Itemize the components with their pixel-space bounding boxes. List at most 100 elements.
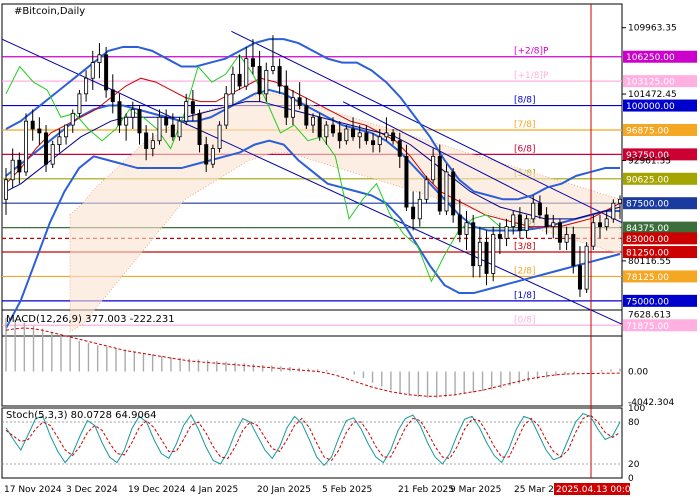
candle-body	[137, 109, 142, 134]
candle-body	[257, 66, 262, 95]
murrey-label: [+1/8]P	[514, 71, 549, 81]
candle-body	[464, 222, 469, 235]
price-tag-text: 83000.00	[626, 235, 669, 245]
candle-body	[210, 148, 215, 165]
candle-body	[564, 234, 569, 243]
candle-body	[124, 116, 129, 126]
price-tag-text: 103125.00	[626, 78, 675, 88]
candle-body	[544, 214, 549, 228]
candle-body	[170, 124, 175, 138]
candle-body	[531, 202, 536, 220]
macd-tick-label: 7628.613	[628, 310, 671, 320]
candle-body	[97, 54, 102, 63]
candle-body	[190, 101, 195, 114]
candle-body	[297, 97, 302, 106]
candle-body	[50, 144, 55, 165]
candle-body	[4, 179, 9, 200]
candle-body	[357, 132, 362, 138]
stoch-tick-label: 100	[628, 404, 645, 414]
chart-title: #Bitcoin,Daily	[14, 6, 85, 17]
candle-body	[217, 124, 222, 149]
candle-body	[237, 73, 242, 87]
candle-body	[104, 54, 109, 91]
candle-body	[391, 132, 396, 142]
candle-body	[270, 66, 275, 71]
candle-body	[184, 101, 189, 122]
candle-body	[250, 58, 255, 67]
murrey-label: [2/8]	[514, 266, 536, 276]
candle-body	[471, 222, 476, 267]
candle-body	[30, 120, 35, 130]
candle-body	[377, 136, 382, 146]
macd-panel	[5, 317, 621, 398]
candle-body	[224, 93, 229, 126]
x-tick-label: 19 Dec 2024	[128, 485, 186, 495]
candle-body	[404, 155, 409, 208]
murrey-label: [0/8]	[514, 315, 536, 325]
candle-body	[44, 132, 49, 165]
candle-body	[417, 198, 422, 220]
candle-body	[517, 214, 522, 231]
candle-body	[451, 171, 456, 216]
candle-body	[557, 222, 562, 243]
candle-body	[284, 85, 289, 118]
candle-body	[411, 206, 416, 220]
candle-body	[444, 171, 449, 212]
candle-body	[150, 140, 155, 149]
price-tag-text: 87500.00	[626, 200, 669, 210]
candle-body	[57, 136, 62, 146]
candle-body	[130, 109, 135, 118]
macd-title: MACD(12,26,9) 377.003 -222.231	[6, 314, 175, 325]
candle-body	[24, 120, 29, 173]
price-tag-text: 71875.00	[626, 322, 669, 332]
candle-body	[491, 234, 496, 274]
candle-body	[64, 124, 69, 138]
candle-body	[604, 218, 609, 228]
candle-body	[77, 93, 82, 114]
candle-body	[611, 202, 616, 220]
candle-body	[524, 218, 529, 231]
stoch-tick-label: 20	[628, 460, 640, 470]
chart-svg: [+2/8]P 106250.00 [+1/8]P 103125.00 [8/8] 100…	[1, 3, 697, 495]
price-tag-text: 106250.00	[626, 53, 675, 63]
candle-body	[110, 89, 115, 103]
candle-body	[290, 97, 295, 118]
murrey-label: [8/8]	[514, 96, 536, 106]
candle-body	[384, 132, 389, 138]
candle-body	[431, 155, 436, 181]
candle-body	[10, 159, 15, 181]
price-tick-label: 80116.55	[628, 257, 671, 267]
x-tick-label: 25 Mar 2	[514, 485, 554, 495]
candle-body	[591, 222, 596, 247]
candle-body	[344, 128, 349, 142]
stoch-title: Stoch(5,3,3) 80.0728 64.9064	[6, 410, 157, 421]
price-tick-label: 109963.35	[628, 24, 677, 34]
candle-body	[177, 120, 182, 138]
candle-body	[584, 245, 589, 290]
murrey-label: [3/8]	[514, 242, 536, 252]
price-tick-label: 92961.35	[628, 157, 671, 167]
murrey-label: [+2/8]P	[514, 47, 549, 57]
candle-body	[90, 62, 95, 79]
candle-body	[397, 140, 402, 157]
x-tick-label: 5 Feb 2025	[322, 485, 372, 495]
candle-body	[264, 70, 269, 95]
murrey-label: [6/8]	[514, 144, 536, 154]
candle-body	[511, 214, 516, 228]
x-tick-label: 3 Dec 2024	[66, 485, 118, 495]
price-tag-text: 90625.00	[626, 175, 669, 185]
candle-body	[351, 128, 356, 138]
candle-body	[477, 241, 482, 267]
x-tick-label: 21 Feb 2025	[398, 485, 454, 495]
candle-body	[337, 132, 342, 142]
candle-body	[117, 101, 122, 126]
candle-body	[457, 214, 462, 235]
candle-body	[204, 144, 209, 165]
candle-body	[17, 159, 22, 173]
candle-body	[597, 222, 602, 228]
candle-body	[84, 77, 89, 95]
candle-body	[364, 132, 369, 142]
candle-body	[277, 66, 282, 87]
candle-body	[618, 198, 623, 204]
x-tick-label: 2025.04.13 00:00	[556, 485, 637, 495]
